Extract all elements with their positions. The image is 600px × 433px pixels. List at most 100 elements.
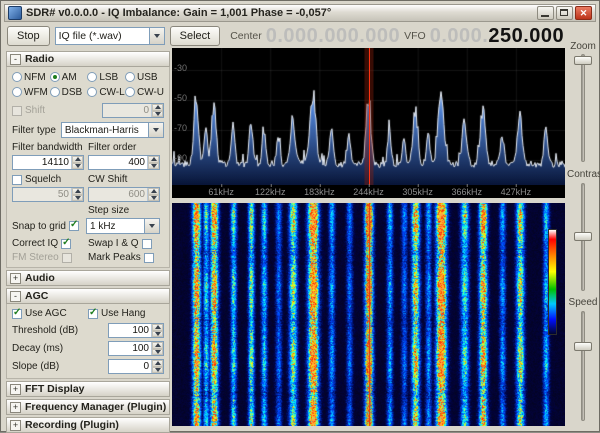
panel-title: Recording (Plugin) (25, 419, 119, 431)
zoom-slider[interactable] (574, 54, 592, 162)
vfo-frequency-dim-digits: 0.000. (429, 24, 489, 47)
use-hang-checkbox[interactable] (88, 307, 98, 319)
collapse-toggle-icon[interactable]: - (10, 290, 21, 302)
select-button[interactable]: Select (169, 26, 221, 46)
use-agc-label: Use AGC (25, 308, 67, 319)
minimize-button-icon[interactable] (537, 6, 554, 20)
panel-header-fft-display[interactable]: + FFT Display (6, 381, 170, 397)
mode-option-cwl[interactable]: CW-L (87, 86, 125, 98)
spin-down-icon[interactable] (152, 330, 163, 337)
expand-toggle-icon[interactable]: + (10, 383, 21, 395)
squelch-label: Squelch (25, 174, 62, 185)
mark-peaks-checkbox[interactable] (143, 252, 154, 263)
mode-option-am[interactable]: AM (49, 71, 88, 83)
panel-header-frequency-manager[interactable]: + Frequency Manager (Plugin) (6, 399, 170, 415)
snap-to-grid-checkbox[interactable] (68, 219, 79, 231)
slider-thumb[interactable] (574, 231, 592, 241)
db-axis-label: -50 (174, 93, 188, 103)
squelch-value: 50 (57, 189, 69, 200)
swap-iq-checkbox[interactable] (141, 238, 152, 249)
close-button-icon[interactable] (575, 6, 592, 20)
squelch-stepper[interactable]: 50 (12, 187, 84, 202)
expand-toggle-icon[interactable]: + (10, 272, 21, 284)
use-agc-checkbox[interactable] (12, 307, 22, 319)
panel-header-audio[interactable]: + Audio (6, 270, 170, 286)
collapse-toggle-icon[interactable]: - (10, 53, 21, 65)
panel-title: Audio (25, 272, 55, 284)
filter-type-select[interactable]: Blackman-Harris (60, 122, 164, 138)
db-axis-label: -70 (174, 123, 188, 133)
filter-order-stepper[interactable]: 400 (88, 155, 160, 170)
swap-iq-label: Swap I & Q (88, 238, 139, 249)
tuning-center-line[interactable] (368, 48, 370, 185)
agc-slope-stepper[interactable]: 0 (108, 359, 164, 374)
shift-checkbox[interactable] (12, 105, 22, 116)
panel-header-radio[interactable]: - Radio (6, 51, 170, 67)
shift-label: Shift (25, 105, 46, 116)
frequency-tick-label: 305kHz (402, 184, 433, 197)
shift-stepper[interactable]: 0 (102, 103, 164, 118)
cw-shift-stepper[interactable]: 600 (88, 187, 160, 202)
speed-label: Speed (568, 297, 598, 308)
fm-stereo-checkbox[interactable] (61, 252, 72, 263)
stop-button[interactable]: Stop (7, 26, 50, 46)
expand-toggle-icon[interactable]: + (10, 419, 21, 431)
agc-decay-stepper[interactable]: 100 (108, 341, 164, 356)
squelch-checkbox[interactable] (12, 174, 22, 185)
filter-bandwidth-stepper[interactable]: 14110 (12, 155, 84, 170)
mode-label: USB (136, 71, 158, 83)
spin-down-icon[interactable] (148, 194, 159, 201)
mode-option-usb[interactable]: USB (124, 71, 164, 83)
panel-header-recording[interactable]: + Recording (Plugin) (6, 417, 170, 433)
spin-down-icon[interactable] (152, 366, 163, 373)
filter-order-value: 400 (128, 157, 145, 168)
spin-down-icon[interactable] (152, 110, 163, 117)
spin-down-icon[interactable] (72, 194, 83, 201)
mode-option-wfm[interactable]: WFM (12, 86, 50, 98)
panel-header-agc[interactable]: - AGC (6, 288, 170, 304)
spin-down-icon[interactable] (72, 162, 83, 169)
filter-bandwidth-value: 14110 (41, 157, 69, 168)
slider-thumb[interactable] (574, 56, 592, 66)
expand-toggle-icon[interactable]: + (10, 401, 21, 413)
mode-option-cwu[interactable]: CW-U (124, 86, 164, 98)
agc-slope-value: 0 (143, 361, 149, 372)
contrast-label: Contrast (567, 169, 600, 180)
window-title: SDR# v0.0.0.0 - IQ Imbalance: Gain = 1,0… (26, 7, 332, 19)
vfo-frequency-display[interactable]: 0.000.250.000 (430, 25, 564, 48)
chevron-down-icon[interactable] (144, 219, 159, 233)
center-frequency-display[interactable]: 0.000.000.000 (266, 25, 400, 48)
tuning-center-line[interactable] (368, 203, 370, 426)
spectrum-display[interactable]: -30 -50 -70 -90 61kHz 122kHz 183kHz 244k… (172, 48, 565, 198)
speed-slider[interactable] (574, 311, 592, 421)
slider-track[interactable] (581, 311, 585, 421)
radio-panel-body: NFM AM LSB USB WFM DSB CW-L CW-U Shift 0… (6, 67, 170, 268)
spin-down-icon[interactable] (152, 348, 163, 355)
radio-button-icon (12, 72, 22, 82)
agc-threshold-stepper[interactable]: 100 (108, 323, 164, 338)
chevron-down-icon[interactable] (148, 123, 163, 137)
title-bar[interactable]: SDR# v0.0.0.0 - IQ Imbalance: Gain = 1,0… (4, 4, 596, 22)
spin-down-icon[interactable] (148, 162, 159, 169)
slider-thumb[interactable] (574, 341, 592, 351)
frequency-tick-label: 183kHz (304, 184, 335, 197)
mode-option-dsb[interactable]: DSB (49, 86, 88, 98)
maximize-button-icon[interactable] (556, 6, 573, 20)
mode-option-lsb[interactable]: LSB (87, 71, 125, 83)
agc-threshold-label: Threshold (dB) (12, 325, 79, 336)
mode-label: WFM (24, 86, 48, 98)
agc-decay-label: Decay (ms) (12, 343, 64, 354)
source-select[interactable]: IQ file (*.wav) (54, 27, 165, 45)
contrast-slider[interactable] (574, 183, 592, 291)
chevron-down-icon[interactable] (148, 28, 164, 44)
mode-option-nfm[interactable]: NFM (12, 71, 50, 83)
correct-iq-checkbox[interactable] (61, 237, 72, 249)
mark-peaks-label: Mark Peaks (88, 252, 141, 263)
mode-label: LSB (99, 71, 119, 83)
toolbar: Stop IQ file (*.wav) Select Center 0.000… (7, 25, 595, 47)
step-size-select[interactable]: 1 kHz (86, 218, 160, 234)
slider-track[interactable] (581, 54, 585, 162)
agc-slope-label: Slope (dB) (12, 361, 60, 372)
waterfall-display[interactable] (172, 203, 565, 426)
fm-stereo-label: FM Stereo (12, 252, 59, 263)
